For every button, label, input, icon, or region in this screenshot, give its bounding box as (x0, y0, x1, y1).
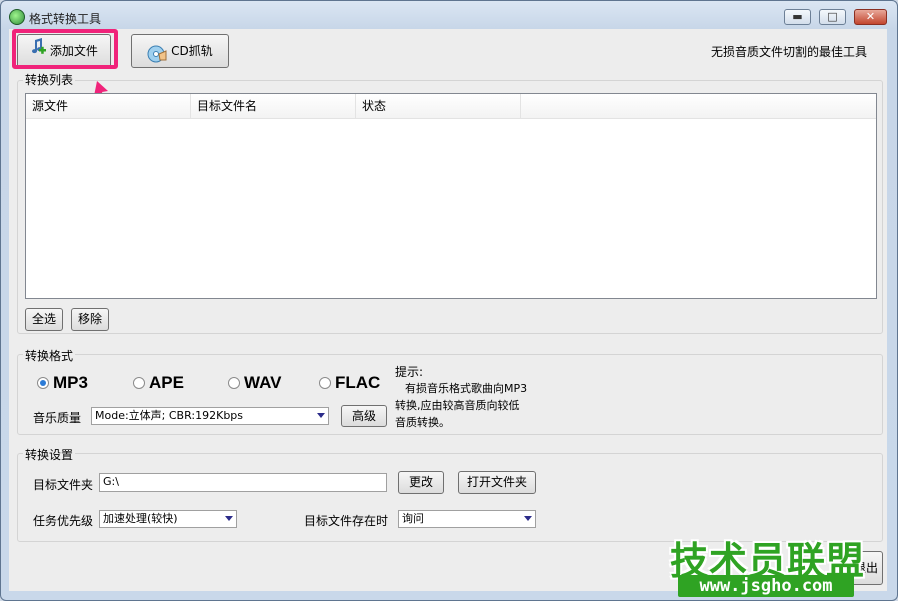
priority-label: 任务优先级 (33, 514, 94, 528)
column-source-file[interactable]: 源文件 (26, 94, 191, 118)
radio-flac-dot (319, 377, 331, 389)
priority-value: 加速处理(较快) (103, 512, 178, 525)
hint-line-1: 有损音乐格式歌曲向MP3 (405, 382, 528, 395)
cd-icon (147, 43, 167, 62)
radio-wav-dot (228, 377, 240, 389)
conversion-list-label: 转换列表 (23, 71, 76, 88)
chevron-down-icon (225, 516, 233, 521)
client-area: 添加文件 CD抓轨 无损音质文件切割的最佳工具 转换列表 源文件 目标文件名 状… (9, 29, 887, 591)
select-all-button[interactable]: 全选 (25, 308, 63, 331)
change-folder-button[interactable]: 更改 (398, 471, 444, 494)
title-bar: 格式转换工具 ▬ □ ✕ (1, 1, 897, 27)
quality-value: Mode:立体声; CBR:192Kbps (95, 409, 244, 422)
radio-wav-label: WAV (244, 373, 282, 392)
minimize-button[interactable]: ▬ (784, 9, 811, 25)
chevron-down-icon (524, 516, 532, 521)
settings-label: 转换设置 (23, 446, 76, 463)
maximize-button[interactable]: □ (819, 9, 846, 25)
conversion-list[interactable]: 源文件 目标文件名 状态 (25, 93, 877, 299)
radio-mp3-dot (37, 377, 49, 389)
window-title: 格式转换工具 (29, 12, 102, 26)
target-folder-label: 目标文件夹 (33, 478, 94, 492)
open-folder-button[interactable]: 打开文件夹 (458, 471, 536, 494)
priority-select[interactable]: 加速处理(较快) (99, 510, 237, 528)
tagline: 无损音质文件切割的最佳工具 (710, 45, 867, 59)
radio-flac[interactable]: FLAC (319, 373, 380, 393)
watermark-url: www.jsgho.com (678, 575, 854, 597)
exists-select[interactable]: 询问 (398, 510, 536, 528)
chevron-down-icon (317, 413, 325, 418)
radio-mp3[interactable]: MP3 (37, 373, 88, 393)
close-button[interactable]: ✕ (854, 9, 887, 25)
target-folder-value: G:\ (103, 475, 119, 488)
radio-wav[interactable]: WAV (228, 373, 281, 393)
exists-label: 目标文件存在时 (304, 514, 389, 528)
quality-label: 音乐质量 (33, 411, 82, 425)
cd-rip-button[interactable]: CD抓轨 (131, 34, 229, 68)
hint-title: 提示: (395, 365, 424, 379)
format-label: 转换格式 (23, 347, 76, 364)
remove-button[interactable]: 移除 (71, 308, 109, 331)
cd-rip-label: CD抓轨 (171, 44, 213, 58)
hint-line-2: 转换,应由较高音质向较低 (395, 399, 520, 412)
radio-mp3-label: MP3 (53, 373, 88, 392)
add-file-highlight (12, 29, 118, 69)
list-header: 源文件 目标文件名 状态 (26, 94, 876, 119)
exists-value: 询问 (402, 512, 424, 525)
settings-group (17, 453, 883, 542)
hint-line-3: 音质转换。 (395, 416, 450, 429)
main-window: 格式转换工具 ▬ □ ✕ 添加文件 CD抓轨 无损音质文件切割的最佳工具 转换列… (0, 0, 898, 601)
radio-ape-dot (133, 377, 145, 389)
app-icon (9, 9, 25, 25)
quality-select[interactable]: Mode:立体声; CBR:192Kbps (91, 407, 329, 425)
column-target-name[interactable]: 目标文件名 (191, 94, 356, 118)
radio-ape-label: APE (149, 373, 184, 392)
radio-ape[interactable]: APE (133, 373, 184, 393)
column-status[interactable]: 状态 (356, 94, 521, 118)
target-folder-input[interactable]: G:\ (99, 473, 387, 492)
radio-flac-label: FLAC (335, 373, 381, 392)
advanced-button[interactable]: 高级 (341, 405, 387, 427)
